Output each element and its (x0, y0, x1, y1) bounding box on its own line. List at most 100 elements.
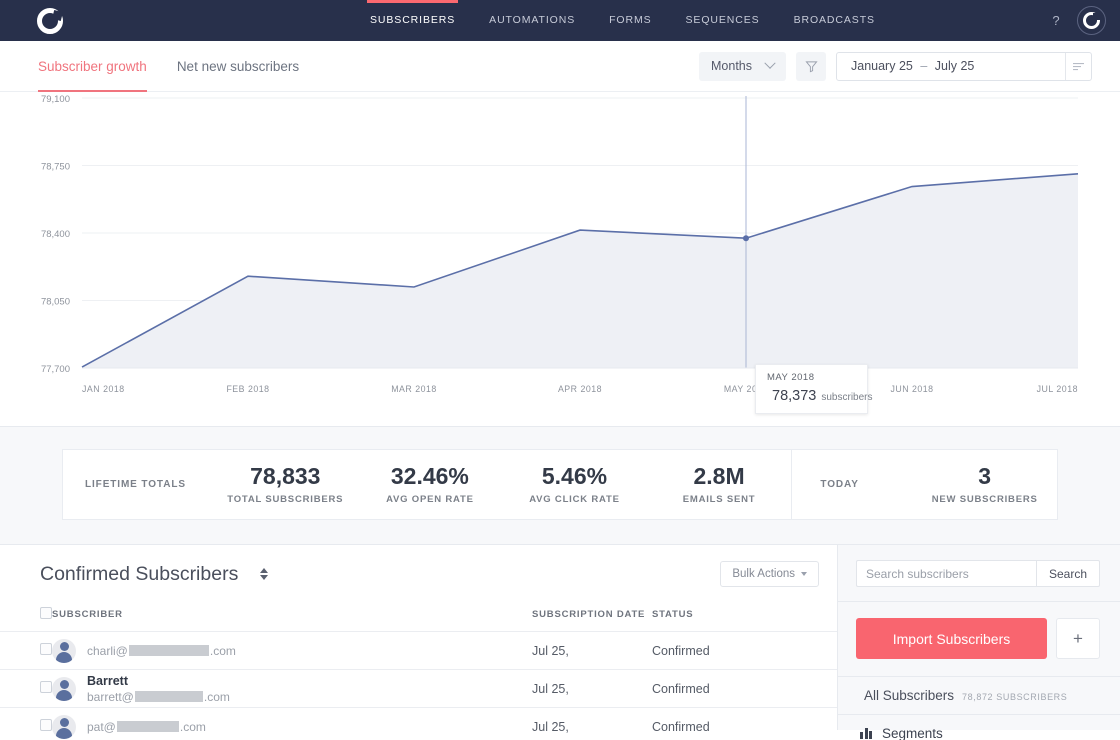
granularity-select[interactable]: Months (699, 52, 786, 81)
subscriber-email: barrett@.com (87, 690, 230, 704)
stat-value: 5.46% (542, 464, 607, 489)
subscriber-email: pat@ .com (87, 720, 206, 734)
chart-body[interactable]: 79,10078,75078,40078,05077,700JAN 2018FE… (0, 92, 1120, 426)
main-nav-items: SUBSCRIBERS AUTOMATIONS FORMS SEQUENCES … (353, 0, 892, 41)
today-label: TODAY (792, 450, 912, 519)
email-suffix: .com (210, 644, 236, 658)
help-icon[interactable]: ? (1045, 10, 1067, 32)
convertkit-logo-icon (37, 8, 63, 34)
column-subscription-date[interactable]: SUBSCRIPTION DATE (532, 601, 652, 632)
stat-label: AVG CLICK RATE (529, 494, 620, 505)
email-prefix: barrett@ (87, 690, 134, 704)
chart-area-fill (82, 174, 1078, 368)
tooltip-unit: subscribers (821, 392, 872, 403)
tab-net-new-subscribers[interactable]: Net new subscribers (177, 41, 299, 92)
status-cell: Confirmed (652, 708, 837, 740)
stat-value: 2.8M (694, 464, 745, 489)
status-cell: Confirmed (652, 632, 837, 670)
nav-item-automations[interactable]: AUTOMATIONS (472, 0, 592, 41)
lifetime-stats-card: LIFETIME TOTALS 78,833 TOTAL SUBSCRIBERS… (62, 449, 1058, 520)
add-subscriber-button[interactable]: + (1056, 618, 1100, 659)
date-dash: – (916, 59, 931, 73)
segments-icon (860, 728, 872, 739)
nav-item-forms[interactable]: FORMS (592, 0, 668, 41)
subscribers-header: Confirmed Subscribers Bulk Actions (0, 545, 837, 601)
status-badge: Confirmed (652, 720, 710, 734)
table-row[interactable]: pat@ .com Jul 25, Confirmed (0, 708, 837, 740)
subscriber-cell: charli@.com (52, 632, 532, 670)
date-range-field[interactable]: January 25 – July 25 (836, 52, 1092, 81)
subscriber-growth-chart[interactable]: 79,10078,75078,40078,05077,700JAN 2018FE… (0, 92, 1120, 426)
table-header-row: SUBSCRIBER SUBSCRIPTION DATE STATUS (0, 601, 837, 632)
stat-value: 3 (978, 464, 991, 489)
list-lines-icon (1072, 61, 1085, 72)
top-navigation-bar: SUBSCRIBERS AUTOMATIONS FORMS SEQUENCES … (0, 0, 1120, 41)
nav-item-broadcasts[interactable]: BROADCASTS (777, 0, 892, 41)
nav-right-group: ? (1045, 6, 1120, 35)
email-suffix: .com (180, 720, 206, 734)
chart-controls: Months January 25 – July 25 (699, 52, 1092, 81)
y-axis-tick-label: 77,700 (41, 364, 70, 375)
sidebar-item-all-subscribers[interactable]: All Subscribers 78,872 SUBSCRIBERS (838, 677, 1120, 715)
app-logo[interactable] (0, 8, 100, 34)
date-end: July 25 (935, 59, 975, 73)
avatar-logo-icon (1083, 12, 1100, 29)
y-axis-tick-label: 78,750 (41, 162, 70, 173)
stat-new-subscribers-today: 3 NEW SUBSCRIBERS (912, 450, 1057, 519)
stat-total-subscribers: 78,833 TOTAL SUBSCRIBERS (213, 450, 358, 519)
chart-tabs: Subscriber growth Net new subscribers (38, 41, 299, 92)
page-title: Confirmed Subscribers (40, 563, 238, 586)
date-options-button[interactable] (1065, 53, 1091, 80)
row-checkbox[interactable] (40, 719, 52, 731)
subscriber-info: charli@.com (52, 639, 532, 663)
avatar (52, 715, 76, 739)
search-input[interactable] (856, 560, 1036, 587)
row-select-cell (0, 708, 52, 740)
chart-header: Subscriber growth Net new subscribers Mo… (0, 41, 1120, 92)
stats-section: LIFETIME TOTALS 78,833 TOTAL SUBSCRIBERS… (0, 427, 1120, 545)
select-all-header (0, 601, 52, 632)
stat-value: 78,833 (250, 464, 320, 489)
email-prefix: pat@ (87, 720, 116, 734)
stat-label: AVG OPEN RATE (386, 494, 474, 505)
search-button[interactable]: Search (1036, 560, 1100, 587)
column-subscriber[interactable]: SUBSCRIBER (52, 601, 532, 632)
import-subscribers-button[interactable]: Import Subscribers (856, 618, 1047, 659)
account-avatar[interactable] (1077, 6, 1106, 35)
stat-avg-open-rate: 32.46% AVG OPEN RATE (358, 450, 503, 519)
table-row[interactable]: charli@.com Jul 25, Confirmed (0, 632, 837, 670)
row-checkbox[interactable] (40, 681, 52, 693)
tooltip-value: 78,373 (772, 388, 816, 404)
subscription-date: Jul 25, (532, 644, 569, 658)
sort-arrows-icon[interactable] (260, 568, 268, 580)
chart-plot-area[interactable]: 79,10078,75078,40078,05077,700JAN 2018FE… (0, 92, 1120, 426)
subscriber-text: pat@ .com (87, 720, 206, 734)
tab-subscriber-growth[interactable]: Subscriber growth (38, 41, 147, 92)
bulk-actions-button[interactable]: Bulk Actions (720, 561, 819, 587)
table-row[interactable]: Barrettbarrett@.comJul 25,Confirmed (0, 670, 837, 708)
nav-item-sequences[interactable]: SEQUENCES (669, 0, 777, 41)
stat-value: 32.46% (391, 464, 469, 489)
date-range-text[interactable]: January 25 – July 25 (837, 59, 1065, 73)
column-status[interactable]: STATUS (652, 601, 837, 632)
chart-panel: Subscriber growth Net new subscribers Mo… (0, 41, 1120, 427)
row-checkbox[interactable] (40, 643, 52, 655)
nav-item-subscribers[interactable]: SUBSCRIBERS (353, 0, 472, 41)
sidebar-item-segments[interactable]: Segments (838, 715, 1120, 740)
caret-down-icon (801, 572, 807, 576)
date-start: January 25 (851, 59, 913, 73)
stat-avg-click-rate: 5.46% AVG CLICK RATE (502, 450, 647, 519)
segments-label: Segments (882, 726, 943, 740)
subscription-date-cell: Jul 25, (532, 708, 652, 740)
row-select-cell (0, 632, 52, 670)
stat-emails-sent: 2.8M EMAILS SENT (647, 450, 792, 519)
x-axis-tick-label: MAR 2018 (391, 384, 437, 394)
filter-button[interactable] (796, 52, 826, 81)
subscription-date: Jul 25, (532, 720, 569, 734)
select-all-checkbox[interactable] (40, 607, 52, 619)
hover-data-point[interactable] (743, 235, 749, 241)
redacted-email-block (135, 691, 203, 702)
stat-label: TOTAL SUBSCRIBERS (227, 494, 343, 505)
y-axis-tick-label: 78,050 (41, 297, 70, 308)
subscriber-text: charli@.com (87, 644, 236, 658)
